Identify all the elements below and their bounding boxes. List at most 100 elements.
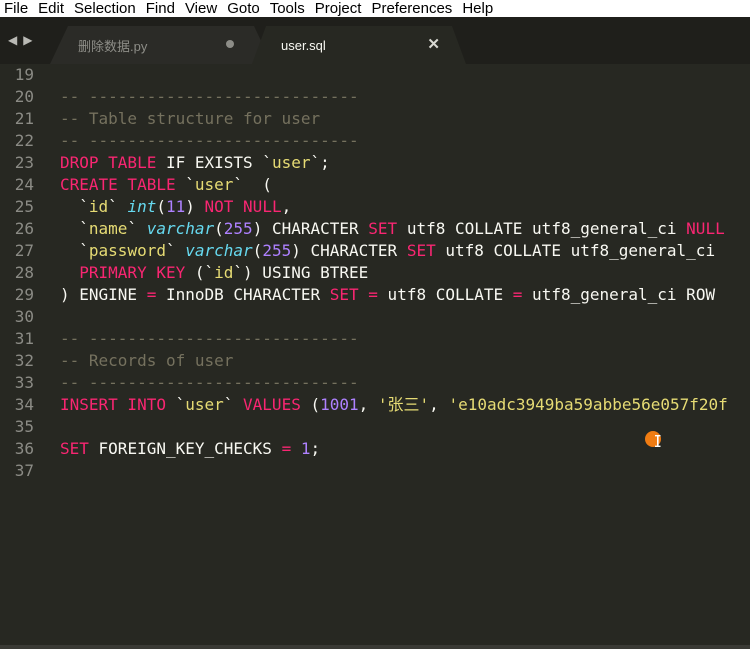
code-token: ) CHARACTER: [291, 241, 407, 260]
tab-label: user.sql: [281, 37, 326, 53]
code-token: utf8_general_ci ROW: [522, 285, 716, 304]
code-line[interactable]: 28 PRIMARY KEY (`id`) USING BTREE: [0, 262, 750, 284]
code-line[interactable]: 27 `password` varchar(255) CHARACTER SET…: [0, 240, 750, 262]
code-line[interactable]: 21 -- Table structure for user: [0, 108, 750, 130]
code-token: ` (: [233, 175, 272, 194]
code-line[interactable]: 23 DROP TABLE IF EXISTS `user`;: [0, 152, 750, 174]
code-token: ) ENGINE: [60, 285, 147, 304]
menu-view[interactable]: View: [181, 0, 223, 17]
code-token: (: [300, 395, 321, 414]
line-number: 32: [14, 351, 34, 370]
code-line[interactable]: 19: [0, 64, 750, 86]
code-line[interactable]: 31 -- ----------------------------: [0, 328, 750, 350]
tab-navigation: ◀ ▶: [8, 33, 32, 47]
code-text: `name` varchar(255) CHARACTER SET utf8 C…: [60, 218, 725, 240]
code-token: `: [165, 395, 186, 414]
code-token: INSERT INTO: [60, 395, 166, 414]
menu-help[interactable]: Help: [458, 0, 499, 17]
status-bar-edge: [0, 645, 750, 649]
code-token: (: [214, 219, 224, 238]
code-token: user: [185, 395, 224, 414]
code-token: =: [146, 285, 157, 304]
code-text: `id` int(11) NOT NULL,: [60, 196, 291, 218]
line-number: 34: [14, 395, 34, 414]
unsaved-dot-icon: [226, 40, 234, 48]
code-token: InnoDB CHARACTER: [156, 285, 330, 304]
code-line[interactable]: 24 CREATE TABLE `user` (: [0, 174, 750, 196]
line-number: 27: [14, 241, 34, 260]
code-token: `: [60, 219, 89, 238]
tab-label: 删除数据.py: [78, 38, 148, 54]
code-token: `: [223, 395, 244, 414]
code-line[interactable]: 37: [0, 460, 750, 482]
chevron-right-icon[interactable]: ▶: [23, 33, 32, 47]
code-line[interactable]: 33 -- ----------------------------: [0, 372, 750, 394]
code-text: -- Table structure for user: [60, 108, 320, 130]
code-text: -- Records of user: [60, 350, 233, 372]
code-token: ) CHARACTER: [252, 219, 369, 238]
chevron-left-icon[interactable]: ◀: [8, 33, 17, 47]
menu-edit[interactable]: Edit: [34, 0, 70, 17]
line-number: 30: [14, 307, 34, 326]
menu-file[interactable]: File: [0, 0, 34, 17]
tab-user-sql[interactable]: user.sql ✕: [252, 26, 466, 64]
line-number: 20: [14, 87, 34, 106]
code-line[interactable]: 32 -- Records of user: [0, 350, 750, 372]
tab-delete-data-py[interactable]: 删除数据.py: [50, 26, 272, 64]
code-text: ) ENGINE = InnoDB CHARACTER SET = utf8 C…: [60, 284, 715, 306]
code-token: ,: [281, 197, 292, 216]
code-token: =: [368, 285, 378, 304]
code-editor[interactable]: 19 20 -- ---------------------------- 21 -- …: [0, 64, 750, 649]
code-line[interactable]: 22 -- ----------------------------: [0, 130, 750, 152]
code-line[interactable]: 34 INSERT INTO `user` VALUES (1001, '张三',…: [0, 394, 750, 416]
menu-bar: File Edit Selection Find View Goto Tools Projec…: [0, 0, 750, 17]
menu-tools[interactable]: Tools: [266, 0, 311, 17]
menu-find[interactable]: Find: [142, 0, 181, 17]
menu-project[interactable]: Project: [311, 0, 368, 17]
code-token: 255: [223, 219, 253, 238]
code-token: ,: [429, 395, 449, 414]
code-text: -- ----------------------------: [60, 130, 359, 152]
line-number: 29: [14, 285, 34, 304]
code-token: int: [127, 197, 157, 216]
code-token: id: [88, 197, 109, 216]
line-number: 21: [14, 109, 34, 128]
code-token: SET: [368, 219, 398, 238]
code-text: INSERT INTO `user` VALUES (1001, '张三', '…: [60, 394, 728, 416]
code-token: user: [271, 153, 311, 172]
code-token: name: [88, 219, 128, 238]
line-number: 22: [14, 131, 34, 150]
line-number: 36: [14, 439, 34, 458]
code-text: -- ----------------------------: [60, 372, 359, 394]
code-line[interactable]: 36 SET FOREIGN_KEY_CHECKS = 1;: [0, 438, 750, 460]
code-token: `: [60, 241, 89, 260]
code-line[interactable]: 30: [0, 306, 750, 328]
mouse-cursor-icon: [645, 431, 661, 447]
code-token: FOREIGN_KEY_CHECKS: [88, 439, 282, 458]
code-text: `password` varchar(255) CHARACTER SET ut…: [60, 240, 715, 262]
code-token: =: [281, 439, 292, 458]
code-line[interactable]: 25 `id` int(11) NOT NULL,: [0, 196, 750, 218]
code-token: ,: [358, 395, 378, 414]
line-number: 31: [14, 329, 34, 348]
code-token: `: [175, 175, 195, 194]
menu-selection[interactable]: Selection: [70, 0, 142, 17]
code-text: -- ----------------------------: [60, 86, 359, 108]
code-text: -- ----------------------------: [60, 328, 359, 350]
line-number: 19: [14, 65, 34, 84]
code-token: 1001: [320, 395, 359, 414]
tab-bar: ◀ ▶ 删除数据.py user.sql ✕: [0, 17, 750, 64]
code-line[interactable]: 35: [0, 416, 750, 438]
code-line[interactable]: 29 ) ENGINE = InnoDB CHARACTER SET = utf8…: [0, 284, 750, 306]
code-token: NULL: [686, 219, 725, 238]
menu-goto[interactable]: Goto: [223, 0, 266, 17]
close-icon[interactable]: ✕: [427, 35, 440, 53]
code-token: varchar: [146, 219, 215, 238]
line-number: 25: [14, 197, 34, 216]
code-line[interactable]: 20 -- ----------------------------: [0, 86, 750, 108]
code-token: NOT NULL: [204, 197, 282, 216]
menu-preferences[interactable]: Preferences: [367, 0, 458, 17]
code-line[interactable]: 26 `name` varchar(255) CHARACTER SET utf…: [0, 218, 750, 240]
